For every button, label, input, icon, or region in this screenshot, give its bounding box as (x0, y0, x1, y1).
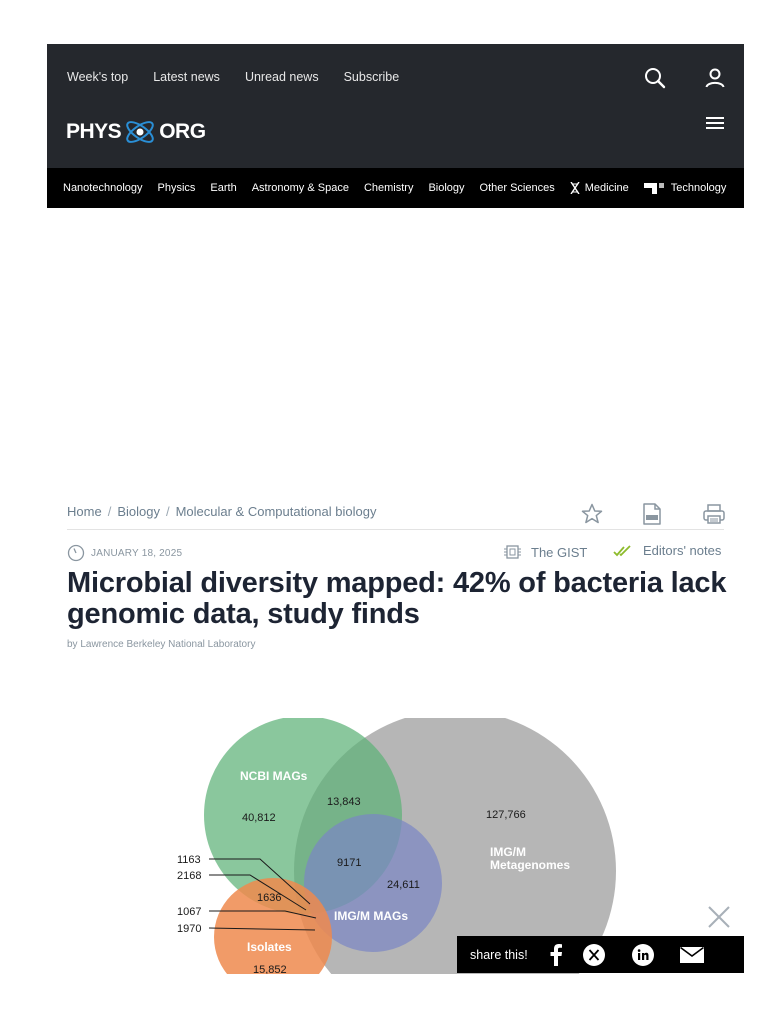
share-email-button[interactable] (668, 936, 717, 973)
article-byline: by Lawrence Berkeley National Laboratory (67, 639, 256, 650)
logo-text-left: PHYS (66, 120, 122, 143)
category-nav: Nanotechnology Physics Earth Astronomy &… (47, 168, 744, 208)
logo-text-right: ORG (159, 120, 206, 143)
site-header: Week's top Latest news Unread news Subsc… (47, 44, 744, 168)
venn-callout-1163: 1163 (177, 854, 201, 866)
breadcrumb-separator: / (107, 504, 112, 519)
article-title: Microbial diversity mapped: 42% of bacte… (67, 567, 727, 630)
pdf-icon (643, 503, 661, 525)
atom-logo-icon (126, 121, 154, 143)
search-icon (645, 68, 666, 89)
nav-biology[interactable]: Biology (428, 182, 464, 194)
venn-value-center: 9171 (337, 857, 361, 869)
print-button[interactable] (702, 502, 726, 526)
breadcrumb-home[interactable]: Home (67, 504, 102, 519)
nav-nanotechnology[interactable]: Nanotechnology (63, 182, 143, 194)
dna-icon (570, 182, 580, 194)
venn-label-isolates: Isolates (247, 940, 292, 954)
editors-notes-button[interactable]: Editors' notes (613, 543, 721, 558)
user-icon (705, 68, 725, 88)
share-facebook-button[interactable] (542, 936, 570, 973)
printer-icon (703, 504, 725, 524)
the-gist-button[interactable]: The GIST (503, 543, 587, 561)
nav-technology[interactable]: Technology (643, 182, 727, 194)
technology-icon (643, 182, 666, 194)
top-links: Week's top Latest news Unread news Subsc… (67, 70, 424, 84)
nav-medicine[interactable]: Medicine (570, 182, 629, 194)
share-label: share this! (470, 947, 528, 962)
venn-value-isolates-only: 15,852 (253, 964, 287, 974)
breadcrumb: Home / Biology / Molecular & Computation… (67, 504, 376, 519)
clock-icon (67, 544, 85, 562)
close-share-button[interactable] (706, 904, 732, 930)
chip-icon (504, 545, 521, 559)
editors-notes-label: Editors' notes (643, 543, 722, 558)
nav-physics[interactable]: Physics (158, 182, 196, 194)
article-date: JANUARY 18, 2025 (67, 544, 182, 562)
breadcrumb-divider (67, 529, 724, 530)
linkedin-icon (632, 943, 655, 966)
breadcrumb-separator: / (165, 504, 170, 519)
breadcrumb-molecular-computational-biology[interactable]: Molecular & Computational biology (176, 504, 377, 519)
x-twitter-icon (583, 943, 606, 966)
link-unread-news[interactable]: Unread news (245, 70, 319, 84)
nav-medicine-label: Medicine (584, 182, 629, 194)
venn-callout-2168: 2168 (177, 870, 201, 882)
nav-astronomy-space[interactable]: Astronomy & Space (252, 182, 349, 194)
nav-technology-label: Technology (670, 182, 727, 194)
hamburger-icon (706, 117, 724, 129)
account-button[interactable] (703, 66, 727, 90)
nav-other-sciences[interactable]: Other Sciences (480, 182, 555, 194)
close-icon (708, 906, 730, 928)
venn-label-ncbi-mags: NCBI MAGs (240, 769, 308, 783)
email-icon (680, 946, 705, 963)
nav-chemistry[interactable]: Chemistry (364, 182, 414, 194)
menu-button[interactable] (703, 112, 727, 134)
link-latest-news[interactable]: Latest news (153, 70, 220, 84)
double-check-icon (613, 544, 631, 556)
venn-value-ncbi-only: 40,812 (242, 812, 276, 824)
share-bar: share this! (457, 936, 744, 973)
nav-earth[interactable]: Earth (210, 182, 236, 194)
venn-callout-1067: 1067 (177, 906, 201, 918)
venn-label-imgm-metagenomes-line2: Metagenomes (490, 858, 570, 872)
venn-value-mags-metagenomes: 24,611 (387, 879, 420, 891)
search-button[interactable] (643, 66, 667, 90)
venn-value-isolates-mags-metagenomes: 1636 (257, 892, 281, 904)
venn-callout-1970: 1970 (177, 923, 201, 935)
venn-label-imgm-mags: IMG/M MAGs (334, 909, 408, 923)
venn-value-ncbi-metagenomes: 13,843 (327, 796, 361, 808)
venn-label-imgm-metagenomes-line1: IMG/M (490, 845, 526, 859)
bookmark-button[interactable] (580, 502, 604, 526)
share-linkedin-button[interactable] (619, 936, 668, 973)
breadcrumb-biology[interactable]: Biology (117, 504, 160, 519)
article-date-text: JANUARY 18, 2025 (91, 547, 183, 559)
facebook-icon (550, 943, 562, 966)
share-x-button[interactable] (570, 936, 619, 973)
the-gist-label: The GIST (531, 544, 588, 560)
venn-value-metagenomes-only: 127,766 (486, 809, 526, 821)
site-logo[interactable]: PHYS ORG (66, 114, 206, 150)
pdf-button[interactable] (641, 502, 663, 526)
star-icon (581, 503, 603, 524)
link-weeks-top[interactable]: Week's top (67, 70, 128, 84)
link-subscribe[interactable]: Subscribe (344, 70, 400, 84)
